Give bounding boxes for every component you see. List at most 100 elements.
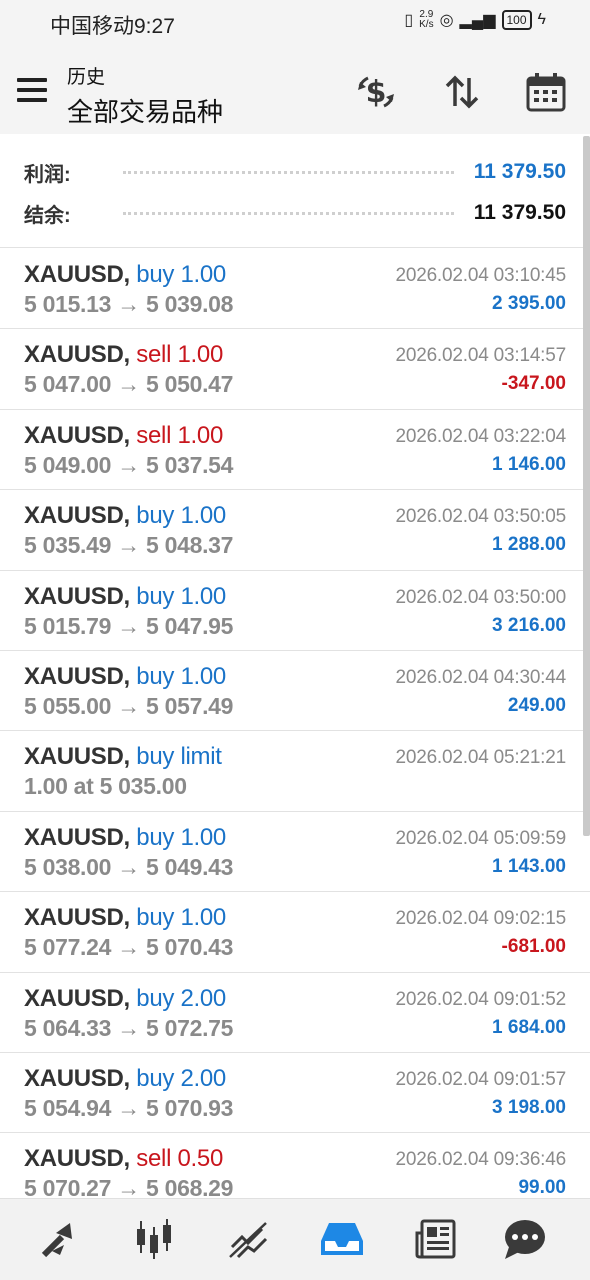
profit-row: 利润: 11 379.50 <box>24 157 566 187</box>
battery-icon: 100 <box>501 10 532 30</box>
trade-time: 2026.02.04 03:50:00 <box>395 586 566 608</box>
chat-icon <box>505 1220 545 1259</box>
trade-symbol: XAUUSD, <box>24 421 130 449</box>
speed-unit: K/s <box>419 19 434 30</box>
signal-icon: ▂▄▆ <box>459 12 496 29</box>
trade-row[interactable]: XAUUSD, sell 1.00 5 047.00 → 5 050.47 2026… <box>0 329 590 410</box>
trade-prices: 5 015.79 → 5 047.95 <box>24 612 234 639</box>
trade-symbol: XAUUSD, <box>24 662 130 690</box>
trade-prices: 5 055.00 → 5 057.49 <box>24 692 234 719</box>
dotted-leader <box>122 211 454 215</box>
trade-icon <box>229 1222 268 1259</box>
trade-row[interactable]: XAUUSD, buy 2.00 5 054.94 → 5 070.93 2026.… <box>0 1052 590 1134</box>
trade-prices: 5 015.13 → 5 039.08 <box>24 291 234 317</box>
trade-title: XAUUSD, sell 0.50 <box>24 1145 223 1173</box>
trade-title: XAUUSD, buy limit <box>24 743 222 771</box>
nav-trade[interactable] <box>222 1213 274 1265</box>
trade-profit: 1 288.00 <box>492 534 566 556</box>
trade-type: sell 1.00 <box>136 341 223 369</box>
trade-prices: 1.00 at 5 035.00 <box>24 773 187 800</box>
trade-title: XAUUSD, sell 1.00 <box>24 422 223 450</box>
trade-time: 2026.02.04 04:30:44 <box>395 666 566 688</box>
trade-title: XAUUSD, buy 1.00 <box>24 502 226 530</box>
sort-button[interactable] <box>438 68 486 116</box>
trade-prices: 5 077.24 → 5 070.43 <box>24 934 234 961</box>
trade-symbol: XAUUSD, <box>24 1064 130 1092</box>
nav-history[interactable] <box>316 1213 368 1265</box>
trade-profit: 3 198.00 <box>492 1096 566 1118</box>
svg-text:$: $ <box>366 75 387 110</box>
vibrate-icon: ▯ <box>404 12 414 29</box>
trade-row[interactable]: XAUUSD, sell 1.00 5 049.00 → 5 037.54 2026… <box>0 409 590 491</box>
trade-symbol: XAUUSD, <box>24 743 130 771</box>
trade-prices: 5 049.00 → 5 037.54 <box>24 451 234 478</box>
trade-row[interactable]: XAUUSD, buy 1.00 5 015.13 → 5 039.08 2026.… <box>0 249 590 330</box>
summary-panel: 利润: 11 379.50 结余: 11 379.50 <box>0 150 590 248</box>
trade-profit: 1 684.00 <box>492 1016 566 1038</box>
scrollbar[interactable] <box>583 136 590 836</box>
trade-title: XAUUSD, buy 1.00 <box>24 824 226 852</box>
currency-swap-button[interactable]: $ <box>352 68 400 116</box>
history-icon <box>321 1223 363 1255</box>
trade-time: 2026.02.04 03:50:05 <box>395 506 566 528</box>
trade-symbol: XAUUSD, <box>24 261 130 288</box>
trade-prices: 5 064.33 → 5 072.75 <box>24 1014 234 1041</box>
trade-profit: 3 216.00 <box>492 614 566 636</box>
trade-type: buy limit <box>136 743 222 771</box>
trade-type: buy 1.00 <box>136 502 226 530</box>
trade-time: 2026.02.04 09:01:57 <box>395 1068 566 1090</box>
balance-row: 结余: 11 379.50 <box>24 198 566 228</box>
nav-quotes[interactable] <box>34 1213 86 1265</box>
trade-symbol: XAUUSD, <box>24 341 130 369</box>
trade-symbol: XAUUSD, <box>24 823 130 851</box>
charging-icon: ϟ <box>537 11 546 28</box>
trade-symbol: XAUUSD, <box>24 582 130 610</box>
nav-chat[interactable] <box>498 1213 550 1265</box>
profit-label: 利润: <box>24 163 71 186</box>
trade-row[interactable]: XAUUSD, buy limit 1.00 at 5 035.00 2026.02… <box>0 731 590 812</box>
trade-profit: 1 146.00 <box>492 453 566 475</box>
trade-row[interactable]: XAUUSD, buy 1.00 5 055.00 → 5 057.49 2026.… <box>0 650 590 732</box>
sort-icon <box>445 75 479 109</box>
trade-title: XAUUSD, buy 1.00 <box>24 904 226 932</box>
page-title[interactable]: 全部交易品种 <box>67 92 223 129</box>
trade-row[interactable]: XAUUSD, buy 1.00 5 038.00 → 5 049.43 2026.… <box>0 811 590 893</box>
trade-type: buy 1.00 <box>136 582 226 610</box>
trade-row[interactable]: XAUUSD, buy 1.00 5 077.24 → 5 070.43 2026.… <box>0 892 590 973</box>
trade-row[interactable]: XAUUSD, buy 2.00 5 064.33 → 5 072.75 2026.… <box>0 972 590 1053</box>
trade-title: XAUUSD, buy 1.00 <box>24 583 226 611</box>
menu-icon[interactable] <box>17 78 47 102</box>
trade-prices: 5 054.94 → 5 070.93 <box>24 1094 234 1121</box>
trade-row[interactable]: XAUUSD, sell 0.50 5 070.27 → 5 068.29 2026… <box>0 1133 590 1197</box>
profit-value: 11 379.50 <box>473 160 566 183</box>
trade-title: XAUUSD, buy 1.00 <box>24 663 226 691</box>
trade-time: 2026.02.04 09:02:15 <box>395 908 566 930</box>
balance-value: 11 379.50 <box>473 201 566 224</box>
trade-profit: 1 143.00 <box>492 855 566 877</box>
trade-symbol: XAUUSD, <box>24 984 130 1012</box>
trade-type: buy 1.00 <box>136 904 226 932</box>
trade-history-list[interactable]: XAUUSD, buy 1.00 5 015.13 → 5 039.08 2026.… <box>0 249 590 1197</box>
trade-time: 2026.02.04 03:14:57 <box>395 345 566 367</box>
trade-symbol: XAUUSD, <box>24 904 130 932</box>
nav-chart[interactable] <box>128 1213 180 1265</box>
nav-news[interactable] <box>410 1213 462 1265</box>
bottom-nav <box>0 1198 590 1280</box>
trade-profit: 99.00 <box>518 1177 566 1197</box>
hotspot-icon: ◎ <box>439 12 454 29</box>
balance-label: 结余: <box>24 204 71 227</box>
trade-type: buy 1.00 <box>136 823 226 851</box>
trade-prices: 5 038.00 → 5 049.43 <box>24 853 234 880</box>
trade-time: 2026.02.04 05:21:21 <box>395 747 566 769</box>
trade-type: sell 1.00 <box>136 421 223 449</box>
trade-title: XAUUSD, buy 2.00 <box>24 1065 226 1093</box>
trade-time: 2026.02.04 03:10:45 <box>395 265 566 286</box>
trade-profit: 249.00 <box>507 694 566 716</box>
trade-row[interactable]: XAUUSD, buy 1.00 5 015.79 → 5 047.95 2026.… <box>0 570 590 651</box>
currency-swap-icon: $ <box>358 75 394 110</box>
trade-prices: 5 070.27 → 5 068.29 <box>24 1175 234 1197</box>
calendar-button[interactable] <box>522 68 570 116</box>
trade-profit: 2 395.00 <box>492 293 566 314</box>
trade-title: XAUUSD, sell 1.00 <box>24 341 223 369</box>
trade-row[interactable]: XAUUSD, buy 1.00 5 035.49 → 5 048.37 2026.… <box>0 490 590 571</box>
